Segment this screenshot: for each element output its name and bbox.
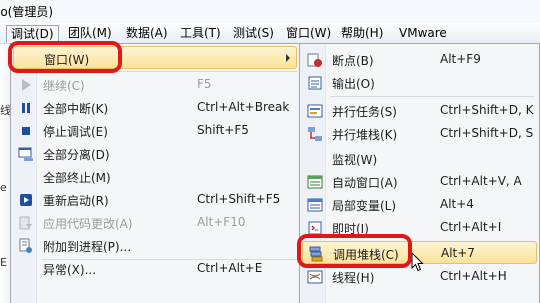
menu-item-label: 停止调试(E) [43,125,108,139]
menu-item-restart[interactable]: 重新启动(R) Ctrl+Shift+F5 [13,188,297,211]
menu-separator [330,96,535,97]
menu-item-label: 断点(B) [332,54,374,68]
locals-icon [307,198,323,212]
menu-item-stop-debugging[interactable]: 停止调试(E) Shift+F5 [13,119,297,142]
menu-item-detach-all[interactable]: 全部分离(D) [13,142,297,165]
play-icon [22,79,31,91]
menu-window[interactable]: 窗口(W) [282,25,335,43]
menu-item-label: 全部中断(K) [43,102,109,116]
menu-item-shortcut: Ctrl+Alt+Break [197,100,290,114]
menu-item-label: 重新启动(R) [43,194,109,208]
menu-item-shortcut: Alt+F10 [197,215,246,229]
menu-item-label: 应用代码更改(A) [43,217,133,231]
menu-item-shortcut: Ctrl+Alt+E [197,261,263,275]
detach-icon [18,147,33,161]
menu-item-shortcut: Alt+7 [441,246,475,260]
breakpoints-icon [307,53,322,67]
menu-item-label: 局部变量(L) [332,199,397,213]
menu-item-shortcut: Ctrl+Alt+V, A [440,174,522,188]
parallel-stacks-icon [308,127,322,141]
menu-item-label: 异常(X)... [43,263,97,277]
menu-item-label: 全部分离(D) [43,148,110,162]
menu-vmware[interactable]: VMware [395,25,451,43]
annotation-ring-window [8,41,122,73]
menu-item-terminate-all[interactable]: 全部终止(M) [13,165,297,188]
menu-item-label: 线程(H) [332,271,375,285]
menu-tools[interactable]: 工具(T) [176,25,225,43]
submenu-item-watch[interactable]: 监视(W) [302,147,537,170]
submenu-item-parallel-tasks[interactable]: 并行任务(S) Ctrl+Shift+D, K [302,99,537,122]
menu-item-exceptions[interactable]: 异常(X)... Ctrl+Alt+E [13,257,297,280]
title-bar: io(管理员) [0,0,540,23]
menu-item-apply-code-changes[interactable]: 应用代码更改(A) Alt+F10 [13,211,297,234]
submenu-item-autos[interactable]: 自动窗口(A) Ctrl+Alt+V, A [302,170,537,193]
menu-item-label: 继续(C) [43,79,85,93]
menu-item-shortcut: F5 [197,77,212,91]
submenu-item-locals[interactable]: 局部变量(L) Alt+4 [302,193,537,216]
menu-item-shortcut: Ctrl+Shift+F5 [197,192,281,206]
menu-item-shortcut: Shift+F5 [197,123,249,137]
menu-item-label: 输出(O) [332,77,375,91]
restart-icon [20,194,32,206]
apply-code-icon [19,216,32,230]
menu-item-shortcut: Alt+F9 [440,52,481,66]
menu-item-continue[interactable]: 继续(C) F5 [13,73,297,96]
menu-test[interactable]: 测试(S) [229,25,278,43]
parallel-tasks-icon [307,104,323,118]
menu-help[interactable]: 帮助(H) [337,25,387,43]
stop-icon [22,127,30,135]
menu-item-label: 并行堆栈(K) [332,128,398,142]
background-fragment: e [0,181,7,194]
submenu-item-output[interactable]: 输出(O) [302,71,537,94]
menu-item-break-all[interactable]: 全部中断(K) Ctrl+Alt+Break [13,96,297,119]
annotation-ring-call-stack [297,234,412,268]
submenu-item-breakpoints[interactable]: 断点(B) Alt+F9 [302,48,537,71]
attach-icon [19,238,32,253]
menu-item-label: 附加到进程(P)... [43,240,132,254]
autos-icon [307,175,323,189]
menu-item-label: 并行任务(S) [332,105,397,119]
menu-item-shortcut: Ctrl+Alt+H [440,269,507,283]
menu-item-label: 全部终止(M) [43,171,111,185]
menu-item-shortcut: Ctrl+Shift+D, S [440,126,534,140]
submenu-arrow-icon [286,54,290,62]
mouse-cursor-icon [411,252,424,272]
menu-data[interactable]: 数据(A) [122,25,172,43]
pause-icon [22,103,30,113]
menu-item-shortcut: Alt+4 [440,197,474,211]
threads-icon [307,270,323,284]
menu-item-shortcut: Ctrl+Shift+D, K [440,103,534,117]
menu-item-label: 监视(W) [332,153,378,167]
output-icon [308,76,322,90]
debug-menu: 窗口(W) 继续(C) F5 全部中断(K) Ctrl+Alt+Break 停止… [10,43,300,303]
menu-item-attach-to-process[interactable]: 附加到进程(P)... [13,234,297,257]
submenu-item-parallel-stacks[interactable]: 并行堆栈(K) Ctrl+Shift+D, S [302,122,537,145]
menu-item-label: 自动窗口(A) [332,176,398,190]
background-fragment: E [0,256,7,269]
window-title: io(管理员) [0,5,54,19]
menu-item-shortcut: Ctrl+Alt+I [440,220,502,234]
